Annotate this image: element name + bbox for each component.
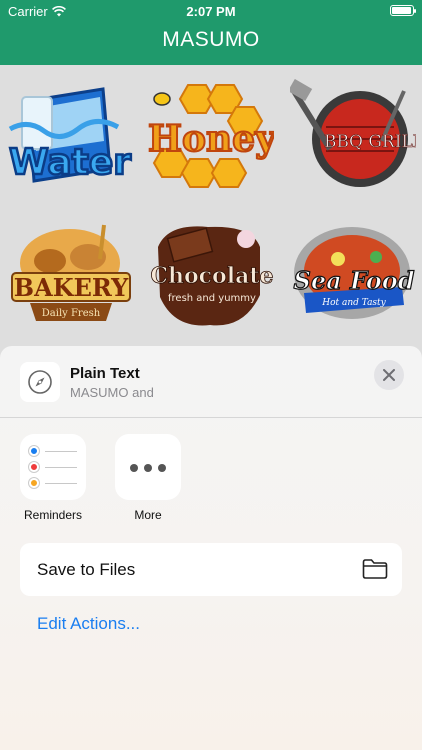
reminders-icon bbox=[20, 434, 86, 500]
bakery-sticker-text: BAKERY bbox=[14, 273, 129, 302]
folder-icon bbox=[362, 559, 388, 579]
water-sticker-text: Water bbox=[9, 142, 131, 183]
more-icon bbox=[115, 434, 181, 500]
honey-sticker-icon[interactable]: Honey bbox=[147, 79, 278, 195]
app-reminders-label: Reminders bbox=[23, 508, 83, 522]
page-title: MASUMO bbox=[162, 28, 260, 51]
status-time: 2:07 PM bbox=[186, 4, 236, 19]
chocolate-sticker-icon[interactable]: Chocolate fresh and yummy bbox=[148, 217, 274, 333]
seafood-sticker-subtext: Hot and Tasty bbox=[321, 298, 386, 308]
close-icon bbox=[383, 369, 395, 381]
battery-icon bbox=[390, 5, 416, 16]
honey-sticker-text: Honey bbox=[148, 118, 274, 160]
status-bar: Carrier 2:07 PM bbox=[0, 0, 422, 22]
nav-bar: Carrier 2:07 PM MASUMO bbox=[0, 0, 422, 65]
save-to-files-label: Save to Files bbox=[37, 560, 136, 579]
bakery-sticker-icon[interactable]: BAKERY Daily Fresh bbox=[8, 217, 134, 333]
seafood-sticker-icon[interactable]: Sea Food Hot and Tasty bbox=[290, 217, 416, 333]
water-sticker-icon[interactable]: Water bbox=[8, 79, 134, 195]
chocolate-sticker-text: Chocolate bbox=[150, 263, 273, 289]
bbq-grill-sticker-text: BBQ GRILL bbox=[324, 132, 416, 152]
save-to-files-button[interactable]: Save to Files bbox=[20, 543, 402, 596]
app-more[interactable]: More bbox=[115, 434, 181, 522]
app-more-label: More bbox=[134, 508, 162, 522]
app-reminders[interactable]: Reminders bbox=[20, 434, 86, 522]
edit-actions-link[interactable]: Edit Actions... bbox=[37, 614, 140, 634]
bakery-sticker-subtext: Daily Fresh bbox=[42, 308, 101, 319]
share-subtitle: MASUMO and bbox=[70, 385, 154, 400]
chocolate-sticker-subtext: fresh and yummy bbox=[168, 293, 256, 304]
share-title: Plain Text bbox=[70, 365, 140, 382]
close-button[interactable] bbox=[374, 360, 404, 390]
safari-compass-icon bbox=[20, 362, 60, 402]
bbq-grill-sticker-icon[interactable]: BBQ GRILL bbox=[287, 78, 422, 195]
share-sheet-header: Plain Text MASUMO and bbox=[0, 346, 422, 418]
share-sheet: Plain Text MASUMO and Reminders More Sav… bbox=[0, 346, 422, 750]
sticker-grid: Water Honey BBQ GRILL BAKERY Daily Fresh… bbox=[0, 65, 422, 365]
seafood-sticker-text: Sea Food bbox=[293, 266, 414, 295]
